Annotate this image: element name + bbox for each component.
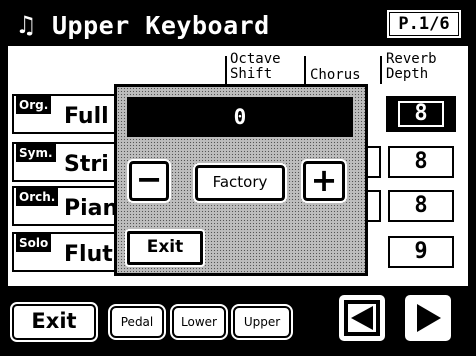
part-tag: Org. — [16, 96, 52, 114]
previous-page-button[interactable] — [336, 292, 388, 344]
reverb-depth-cell[interactable]: 9 — [388, 236, 454, 268]
column-header-chorus: Chorus — [310, 67, 361, 83]
reverb-depth-cell[interactable]: 8 — [388, 190, 454, 222]
page-indicator: P.1/6 — [387, 10, 461, 38]
pedal-button[interactable]: Pedal — [108, 304, 166, 340]
part-name: Pian — [64, 196, 119, 221]
reverb-depth-cell[interactable]: 8 — [386, 96, 456, 132]
upper-button[interactable]: Upper — [231, 304, 293, 340]
value-dialog: 0 − Factory + Exit — [114, 84, 368, 276]
next-page-button[interactable] — [402, 292, 454, 344]
part-name: Full — [64, 104, 109, 129]
column-header-octave-shift: Octave Shift — [230, 51, 281, 82]
increment-button[interactable]: + — [301, 159, 347, 203]
column-divider — [304, 56, 306, 84]
dialog-exit-button[interactable]: Exit — [125, 229, 205, 267]
part-name: Flut — [64, 242, 113, 267]
screen: ♫ Upper Keyboard P.1/6 Octave Shift Chor… — [0, 0, 476, 356]
chorus-cell[interactable] — [367, 190, 381, 222]
dialog-value-display: 0 — [127, 97, 353, 137]
column-divider — [380, 56, 382, 84]
reverb-depth-value: 8 — [398, 101, 444, 127]
column-header-reverb-depth: Reverb Depth — [386, 51, 437, 82]
column-divider — [225, 56, 227, 84]
part-tag: Solo — [16, 234, 52, 252]
chorus-cell[interactable] — [367, 146, 381, 178]
part-tag: Sym. — [16, 144, 56, 162]
factory-reset-button[interactable]: Factory — [193, 163, 287, 203]
decrement-button[interactable]: − — [127, 159, 171, 203]
arrow-right-icon — [417, 304, 441, 332]
exit-button[interactable]: Exit — [10, 302, 98, 342]
part-name: Stri — [64, 152, 109, 177]
arrow-left-icon — [344, 300, 380, 336]
page-title: Upper Keyboard — [52, 11, 270, 40]
music-notes-icon: ♫ — [15, 11, 37, 39]
lower-button[interactable]: Lower — [170, 304, 228, 340]
reverb-depth-cell[interactable]: 8 — [388, 146, 454, 178]
part-tag: Orch. — [16, 188, 59, 206]
